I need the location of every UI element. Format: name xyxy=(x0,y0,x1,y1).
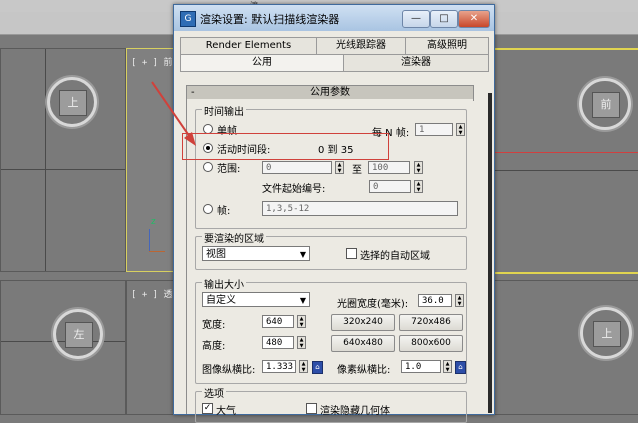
annotation-arrow-icon xyxy=(151,81,196,146)
